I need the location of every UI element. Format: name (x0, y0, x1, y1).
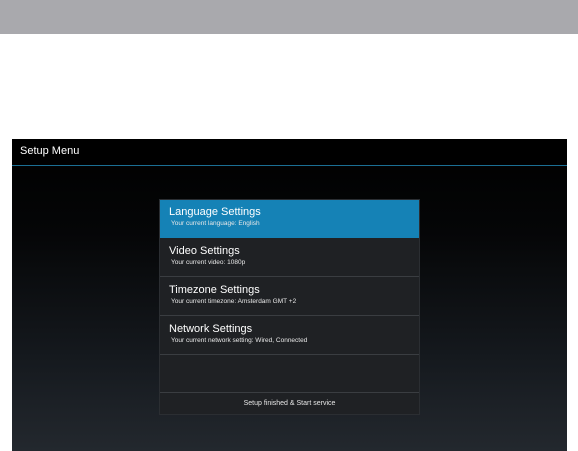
setup-menu: Language Settings Your current language:… (159, 199, 420, 415)
menu-item-title: Timezone Settings (169, 284, 260, 296)
page-title: Setup Menu (20, 145, 80, 157)
screen-header: Setup Menu (12, 139, 567, 166)
menu-item-subtitle: Your current timezone: Amsterdam GMT +2 (171, 298, 297, 305)
menu-item-subtitle: Your current language: English (171, 220, 260, 227)
setup-finished-button[interactable]: Setup finished & Start service (160, 393, 419, 414)
menu-item-timezone-settings[interactable]: Timezone Settings Your current timezone:… (160, 278, 419, 316)
menu-item-title: Network Settings (169, 323, 253, 335)
menu-empty-row (160, 356, 419, 393)
menu-item-subtitle: Your current video: 1080p (171, 259, 246, 266)
top-bar (0, 0, 578, 34)
menu-item-language-settings[interactable]: Language Settings Your current language:… (160, 200, 419, 238)
menu-item-video-settings[interactable]: Video Settings Your current video: 1080p (160, 239, 419, 277)
tv-screen: Setup Menu Language Settings Your curren… (12, 139, 567, 451)
menu-item-title: Video Settings (169, 245, 240, 257)
menu-item-title: Language Settings (169, 206, 261, 218)
menu-item-network-settings[interactable]: Network Settings Your current network se… (160, 317, 419, 355)
menu-item-subtitle: Your current network setting: Wired, Con… (171, 337, 308, 344)
